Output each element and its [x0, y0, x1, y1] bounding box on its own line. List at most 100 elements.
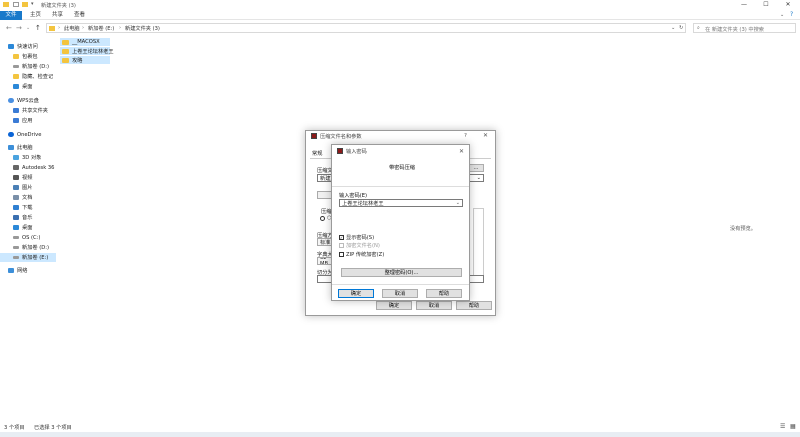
update-mode-select[interactable]: ⌄ [468, 174, 484, 182]
tab-view[interactable]: 查看 [70, 11, 89, 20]
encrypt-filenames-checkbox[interactable]: 加密文件名(N) [339, 242, 380, 249]
ok-button[interactable]: 确定 [376, 301, 412, 310]
button-area-divider [332, 284, 469, 285]
nav-drive-d[interactable]: 新加卷 (D:) [0, 243, 56, 252]
refresh-icon[interactable]: ↻ [679, 25, 683, 31]
folder-icon [62, 57, 69, 63]
up-arrow-icon[interactable]: ↑ [35, 24, 41, 32]
help-button[interactable]: 帮助 [456, 301, 492, 310]
checkbox-icon [339, 243, 344, 248]
nav-music[interactable]: 音乐 [0, 213, 56, 222]
checkbox-icon [339, 252, 344, 257]
breadcrumb-sep-icon: › [58, 25, 61, 31]
minimize-button[interactable]: — [733, 0, 755, 9]
address-bar[interactable]: › 此电脑 › 新加卷 (E:) › 新建文件夹 (3) ⌄ ↻ [46, 23, 686, 33]
close-icon[interactable]: ✕ [483, 132, 488, 139]
nav-desktop-quick[interactable]: 桌面 [0, 82, 56, 91]
tab-home[interactable]: 主页 [26, 11, 45, 20]
title-bar: ▾ 新建文件夹 (3) — ☐ ✕ [0, 0, 800, 10]
nav-drive-e[interactable]: 新加卷 (E:) [0, 253, 56, 262]
breadcrumb-sep-icon: › [119, 25, 122, 31]
close-button[interactable]: ✕ [777, 0, 799, 9]
quick-access-dropdown-icon[interactable]: ▾ [31, 1, 34, 7]
tab-file[interactable]: 文件 [0, 11, 22, 20]
split-unit-select[interactable] [468, 275, 484, 283]
drive-icon [13, 65, 19, 68]
folder-icon [62, 39, 69, 45]
nav-hidden-check[interactable]: 隐藏、检查记 [0, 72, 56, 81]
new-folder-icon[interactable] [22, 2, 28, 7]
checkbox-checked-icon: ✓ [339, 234, 344, 240]
tab-general[interactable]: 常规 [312, 150, 322, 157]
nav-baoguobao[interactable]: 包裹包 [0, 52, 56, 61]
ribbon-expand-icon[interactable]: ⌄ [780, 12, 784, 18]
breadcrumb-drive-e[interactable]: 新加卷 (E:) [88, 25, 114, 32]
nav-network[interactable]: 网络 [0, 266, 56, 275]
nav-onedrive[interactable]: OneDrive [0, 130, 56, 139]
organize-passwords-button[interactable]: 整理密码(O)... [341, 268, 462, 277]
maximize-button[interactable]: ☐ [755, 0, 777, 9]
radio-icon [320, 215, 325, 221]
dialog-title: 压缩文件名和参数 [320, 133, 362, 140]
cube-icon [13, 155, 19, 160]
nav-drive-c[interactable]: OS (C:) [0, 233, 56, 242]
zip-legacy-encryption-checkbox[interactable]: ZIP 传统加密(Z) [339, 251, 384, 258]
forward-arrow-icon[interactable]: → [16, 24, 22, 32]
nav-pictures[interactable]: 图片 [0, 183, 56, 192]
navigation-bar: ← → ⌄ ↑ › 此电脑 › 新加卷 (E:) › 新建文件夹 (3) ⌄ ↻… [0, 21, 800, 35]
tab-share[interactable]: 共享 [48, 11, 67, 20]
nav-wps-cloud[interactable]: WPS云盘 [0, 96, 56, 105]
document-icon [13, 195, 19, 200]
ok-button[interactable]: 确定 [338, 289, 374, 298]
nav-apps[interactable]: 应用 [0, 116, 56, 125]
apps-icon [13, 118, 19, 123]
dialog-title-bar: 输入密码 [332, 145, 469, 157]
desktop-icon [13, 84, 19, 89]
browse-button[interactable]: … [468, 164, 484, 172]
video-icon [13, 175, 19, 180]
taskbar-strip [0, 432, 800, 437]
large-icons-view-icon[interactable]: ▦ [790, 423, 796, 430]
password-value: 上卷王论坛林老王 [342, 200, 384, 207]
nav-documents[interactable]: 文档 [0, 193, 56, 202]
nav-3d-objects[interactable]: 3D 对象 [0, 153, 56, 162]
nav-shared-folder[interactable]: 共享文件夹 [0, 106, 56, 115]
password-input[interactable]: 上卷王论坛林老王 ⌄ [339, 199, 463, 207]
breadcrumb-folder[interactable]: 新建文件夹 (3) [125, 25, 160, 32]
details-view-icon[interactable]: ☰ [780, 423, 785, 430]
password-dialog: 输入密码 ✕ 带密码压缩 输入密码(E) 上卷王论坛林老王 ⌄ ✓ 显示密码(S)… [331, 144, 470, 301]
nav-autodesk[interactable]: Autodesk 36 [0, 163, 56, 172]
list-item[interactable]: __MACOSX [60, 38, 110, 46]
search-placeholder: 在 新建文件夹 (3) 中搜索 [705, 26, 764, 33]
update-radio[interactable]: ○ [320, 215, 332, 221]
search-box[interactable]: ⌕ 在 新建文件夹 (3) 中搜索 [693, 23, 796, 33]
recent-dropdown-icon[interactable]: ⌄ [26, 25, 30, 31]
download-icon [13, 205, 19, 210]
dialog-title: 输入密码 [346, 148, 367, 155]
help-icon[interactable]: ? [790, 11, 793, 18]
music-icon [13, 215, 19, 220]
password-heading: 带密码压缩 [389, 165, 415, 171]
breadcrumb-this-pc[interactable]: 此电脑 [64, 25, 80, 32]
address-dropdown-icon[interactable]: ⌄ [671, 25, 675, 31]
star-icon [8, 44, 14, 49]
properties-icon[interactable] [13, 2, 19, 7]
cancel-button[interactable]: 取消 [382, 289, 418, 298]
drive-icon [13, 256, 19, 259]
nav-drive-d-quick[interactable]: 新加卷 (D:) [0, 62, 56, 71]
nav-this-pc[interactable]: 此电脑 [0, 143, 56, 152]
list-item[interactable]: 攻略 [60, 56, 110, 64]
back-arrow-icon[interactable]: ← [6, 24, 12, 32]
show-password-checkbox[interactable]: ✓ 显示密码(S) [339, 234, 374, 241]
close-icon[interactable]: ✕ [459, 148, 464, 155]
help-button[interactable]: 帮助 [426, 289, 462, 298]
nav-quick-access[interactable]: 快速访问 [0, 42, 56, 51]
help-icon[interactable]: ? [464, 133, 467, 139]
nav-downloads[interactable]: 下载 [0, 203, 56, 212]
nav-videos[interactable]: 视频 [0, 173, 56, 182]
autodesk-icon [13, 165, 19, 170]
password-history-dropdown-icon[interactable]: ⌄ [456, 200, 460, 206]
nav-desktop[interactable]: 桌面 [0, 223, 56, 232]
list-item[interactable]: 上卷王论坛林老王 [60, 47, 114, 55]
cancel-button[interactable]: 取消 [416, 301, 452, 310]
